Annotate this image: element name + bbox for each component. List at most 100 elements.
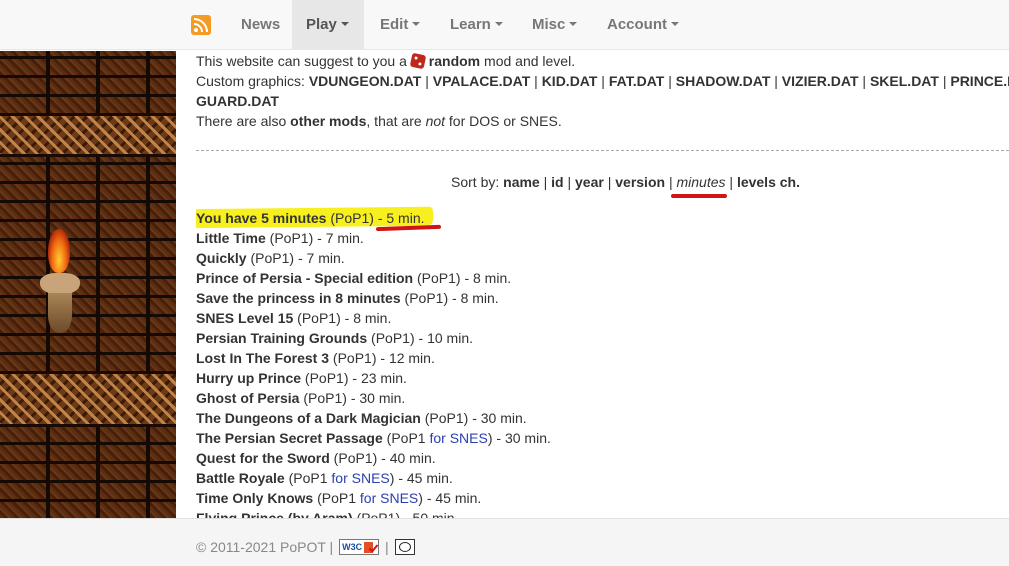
graphics-link-kid[interactable]: KID.DAT [542, 73, 598, 89]
mod-minutes: 30 min. [480, 410, 527, 426]
mod-minutes: 10 min. [427, 330, 473, 346]
mod-list-item: SNES Level 15 (PoP1) - 8 min. [196, 310, 392, 326]
mod-minutes: 30 min. [359, 390, 406, 406]
mod-name-link[interactable]: Ghost of Persia [196, 390, 299, 406]
chevron-down-icon [494, 22, 503, 27]
mod-game: PoP1 [421, 270, 456, 286]
mod-minutes: 50 min. [412, 510, 459, 518]
mod-name-link[interactable]: Flying Prince (by Aram) [196, 510, 353, 518]
chevron-down-icon [340, 22, 349, 27]
snes-link[interactable]: for SNES [331, 470, 389, 486]
mod-name-link[interactable]: Quest for the Sword [196, 450, 330, 466]
sort-year[interactable]: year [575, 174, 604, 190]
graphics-link-guard[interactable]: GUARD.DAT [196, 93, 279, 109]
mod-name-link[interactable]: SNES Level 15 [196, 310, 293, 326]
chevron-down-icon [569, 22, 578, 27]
sort-levels-changed[interactable]: levels ch. [737, 174, 800, 190]
mod-name-link[interactable]: Save the princess in 8 minutes [196, 290, 401, 306]
nav-misc[interactable]: Misc [518, 0, 591, 50]
mod-game: PoP1 [375, 330, 410, 346]
mod-game: PoP1 [361, 510, 396, 518]
mod-game: PoP1 [309, 370, 344, 386]
mod-game: PoP1 [429, 410, 464, 426]
sort-by-bar: Sort by: name | id | year | version | mi… [451, 174, 800, 190]
graphics-link-skel[interactable]: SKEL.DAT [870, 73, 939, 89]
snes-link[interactable]: for SNES [429, 430, 487, 446]
mod-name-link[interactable]: Prince of Persia - Special edition [196, 270, 413, 286]
mod-game: PoP1 [308, 390, 343, 406]
mod-game: PoP1 [337, 350, 372, 366]
mod-list-item: Time Only Knows (PoP1 for SNES) - 45 min… [196, 490, 482, 506]
w3c-html5-valid-badge[interactable]: W3C [339, 539, 380, 555]
mod-minutes: 30 min. [504, 430, 551, 446]
mod-minutes: 12 min. [388, 350, 435, 366]
dungeon-wall-decoration [0, 51, 176, 518]
random-suggest-line: This website can suggest to you a random… [196, 52, 576, 70]
mod-minutes: 45 min. [406, 470, 453, 486]
nav-news[interactable]: News [227, 0, 294, 50]
mod-game: PoP1 [293, 470, 328, 486]
mod-list-item: Save the princess in 8 minutes (PoP1) - … [196, 290, 499, 306]
mod-game: PoP1 [335, 210, 370, 226]
mod-list-item: Prince of Persia - Special edition (PoP1… [196, 270, 512, 286]
mod-minutes: 45 min. [435, 490, 482, 506]
mod-name-link[interactable]: The Persian Secret Passage [196, 430, 383, 446]
mod-name-link[interactable]: You have 5 minutes [196, 210, 326, 226]
mod-minutes: 40 min. [389, 450, 436, 466]
mod-list-item: Quest for the Sword (PoP1) - 40 min. [196, 450, 436, 466]
mod-game: PoP1 [255, 250, 290, 266]
mod-list-item: Ghost of Persia (PoP1) - 30 min. [196, 390, 406, 406]
mod-list-item: Battle Royale (PoP1 for SNES) - 45 min. [196, 470, 453, 486]
nav-play[interactable]: Play [292, 0, 364, 50]
custom-graphics-line: Custom graphics: VDUNGEON.DAT | VPALACE.… [196, 71, 1009, 91]
sort-minutes-active[interactable]: minutes [676, 174, 725, 190]
wall-ornament-band [0, 113, 176, 157]
custom-graphics-wrap-line: GUARD.DAT [196, 91, 279, 111]
section-divider [196, 150, 1009, 151]
mod-minutes: 23 min. [360, 370, 407, 386]
snes-link[interactable]: for SNES [360, 490, 418, 506]
mod-list-item: The Dungeons of a Dark Magician (PoP1) -… [196, 410, 527, 426]
mod-name-link[interactable]: Lost In The Forest 3 [196, 350, 329, 366]
graphics-link-fat[interactable]: FAT.DAT [609, 73, 664, 89]
mod-list-item: The Persian Secret Passage (PoP1 for SNE… [196, 430, 551, 446]
other-mods-line: There are also other mods, that are not … [196, 113, 562, 129]
chevron-down-icon [671, 22, 679, 27]
mod-name-link[interactable]: Hurry up Prince [196, 370, 301, 386]
random-link[interactable]: random [429, 53, 480, 69]
mod-minutes: 7 min. [325, 230, 364, 246]
mod-name-link[interactable]: Time Only Knows [196, 490, 313, 506]
nav-account[interactable]: Account [593, 0, 693, 50]
mod-name-link[interactable]: Little Time [196, 230, 266, 246]
mod-list-item: Little Time (PoP1) - 7 min. [196, 230, 364, 246]
graphics-link-vizier[interactable]: VIZIER.DAT [782, 73, 859, 89]
mod-list-item: Hurry up Prince (PoP1) - 23 min. [196, 370, 407, 386]
mod-name-link[interactable]: Battle Royale [196, 470, 285, 486]
graphics-link-shadow[interactable]: SHADOW.DAT [676, 73, 771, 89]
mod-name-link[interactable]: Quickly [196, 250, 247, 266]
graphics-link-vdungeon[interactable]: VDUNGEON.DAT [309, 73, 422, 89]
mod-list-item: Persian Training Grounds (PoP1) - 10 min… [196, 330, 473, 346]
annotation-underline [671, 194, 727, 198]
graphics-link-prince[interactable]: PRINCE.DAT [950, 73, 1009, 89]
wall-ornament-band [0, 371, 176, 427]
dice-icon[interactable] [409, 52, 427, 70]
mod-minutes: 5 min. [386, 210, 425, 226]
sort-id[interactable]: id [551, 174, 563, 190]
sort-version[interactable]: version [615, 174, 665, 190]
css-valid-badge[interactable] [394, 539, 415, 555]
top-navbar: News Play Edit Learn Misc Account [0, 0, 1009, 50]
nav-learn[interactable]: Learn [436, 0, 517, 50]
torch-icon [36, 229, 86, 347]
mod-game: PoP1 [338, 450, 373, 466]
mod-name-link[interactable]: The Dungeons of a Dark Magician [196, 410, 421, 426]
nav-edit[interactable]: Edit [366, 0, 434, 50]
sort-name[interactable]: name [503, 174, 540, 190]
mod-name-link[interactable]: Persian Training Grounds [196, 330, 367, 346]
mod-game: PoP1 [301, 310, 337, 326]
rss-feed-icon[interactable] [191, 15, 211, 35]
mod-game: PoP1 [409, 290, 444, 306]
mod-list-item: Lost In The Forest 3 (PoP1) - 12 min. [196, 350, 435, 366]
graphics-link-vpalace[interactable]: VPALACE.DAT [433, 73, 530, 89]
other-mods-link[interactable]: other mods [290, 113, 366, 129]
